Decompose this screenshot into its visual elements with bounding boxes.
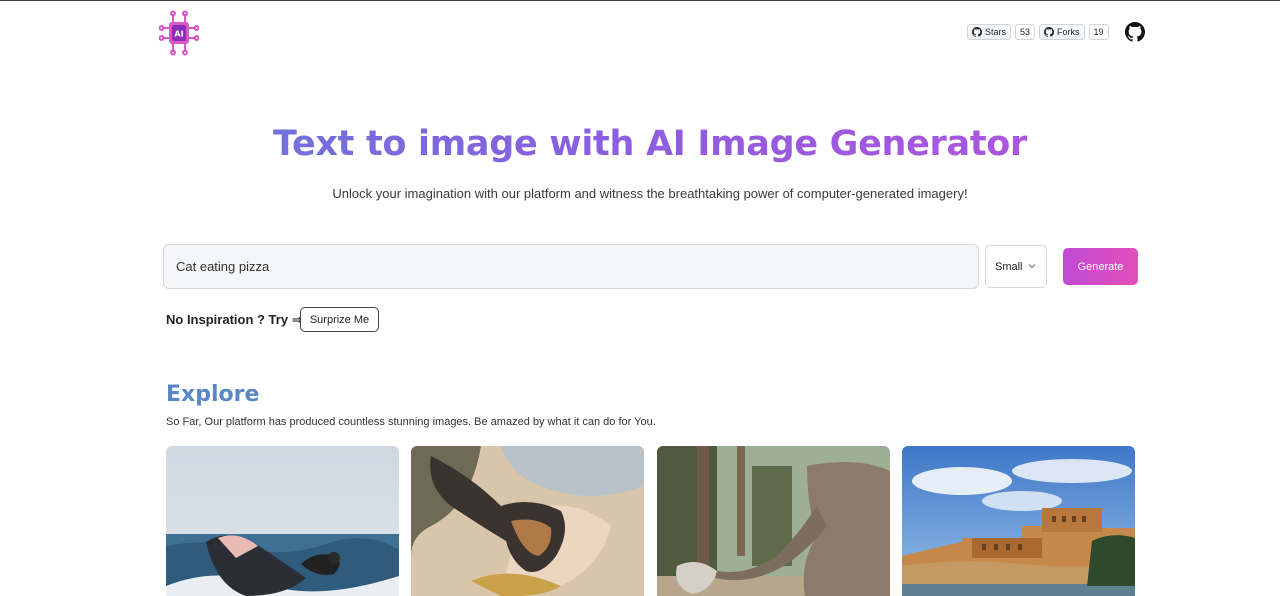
header: AI Stars 53 Forks 19 <box>0 1 1280 65</box>
inspiration-text: No Inspiration ? Try ⇒ <box>166 311 303 327</box>
size-select-value: Small <box>995 260 1023 273</box>
github-small-icon <box>1044 27 1054 37</box>
surprise-me-button[interactable]: Surprize Me <box>300 307 379 332</box>
size-select[interactable]: Small <box>985 245 1047 288</box>
page-subtitle: Unlock your imagination with our platfor… <box>332 186 968 201</box>
generate-button[interactable]: Generate <box>1063 248 1138 285</box>
stars-button[interactable]: Stars <box>967 24 1012 40</box>
gallery-card[interactable] <box>902 446 1135 596</box>
explore-subtitle: So Far, Our platform has produced countl… <box>166 416 656 428</box>
elephants-image[interactable] <box>657 446 890 596</box>
prompt-input[interactable] <box>163 244 979 289</box>
gallery-card[interactable] <box>166 446 399 596</box>
gallery-card[interactable] <box>657 446 890 596</box>
github-icon[interactable] <box>1125 22 1145 42</box>
fort-palace-image[interactable] <box>902 446 1135 596</box>
svg-text:AI: AI <box>174 30 183 39</box>
chevron-down-icon <box>1028 264 1036 269</box>
stars-count[interactable]: 53 <box>1015 24 1036 40</box>
whale-and-cat-image[interactable] <box>166 446 399 596</box>
github-small-icon <box>972 27 982 37</box>
forks-count[interactable]: 19 <box>1088 24 1109 40</box>
forks-badge[interactable]: Forks 19 <box>1039 24 1109 40</box>
gallery-card[interactable] <box>411 446 644 596</box>
page-title: Text to image with AI Image Generator <box>0 124 1280 164</box>
ai-chip-icon[interactable]: AI <box>159 10 199 56</box>
forks-button[interactable]: Forks <box>1039 24 1085 40</box>
stars-badge[interactable]: Stars 53 <box>967 24 1036 40</box>
dog-and-lizard-image[interactable] <box>411 446 644 596</box>
explore-title: Explore <box>166 382 260 407</box>
stars-label: Stars <box>985 27 1007 37</box>
forks-label: Forks <box>1057 27 1080 37</box>
